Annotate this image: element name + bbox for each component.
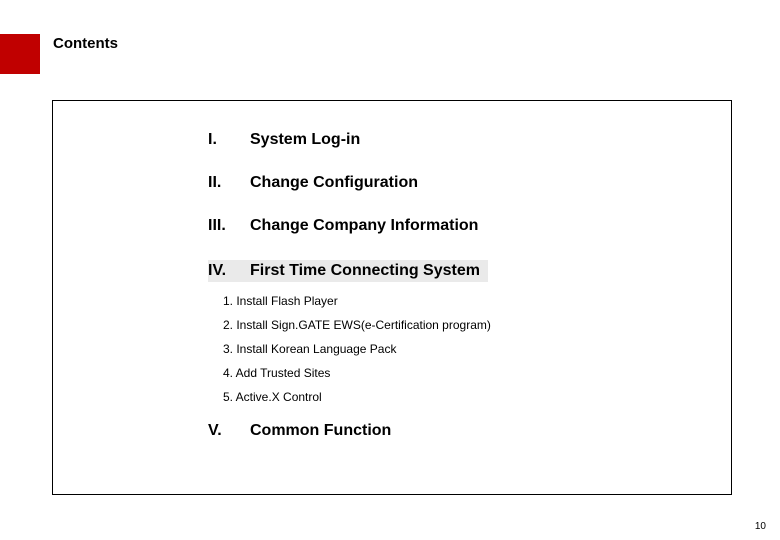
content-frame: I. System Log-in II. Change Configuratio… (52, 100, 732, 495)
toc-label: First Time Connecting System (250, 262, 480, 280)
toc-list: I. System Log-in II. Change Configuratio… (208, 131, 731, 294)
toc-num: III. (208, 217, 250, 235)
accent-block (0, 34, 40, 74)
toc-item-change-company-information: III. Change Company Information (208, 217, 731, 235)
sub-item-add-trusted-sites: 4. Add Trusted Sites (223, 366, 731, 380)
page-title: Contents (53, 35, 118, 52)
page-number: 10 (755, 521, 766, 532)
toc-list-tail: V. Common Function (208, 422, 731, 440)
sub-list: 1. Install Flash Player 2. Install Sign.… (223, 294, 731, 404)
sub-item-install-flash: 1. Install Flash Player (223, 294, 731, 308)
toc-label: Change Configuration (250, 174, 418, 192)
toc-item-first-time-connecting: IV. First Time Connecting System (208, 260, 488, 282)
toc-num: IV. (208, 262, 250, 280)
sub-item-activex-control: 5. Active.X Control (223, 390, 731, 404)
toc-label: Change Company Information (250, 217, 478, 235)
sub-item-install-korean-lang: 3. Install Korean Language Pack (223, 342, 731, 356)
toc-num: I. (208, 131, 250, 149)
toc-item-common-function: V. Common Function (208, 422, 731, 440)
toc-label: Common Function (250, 422, 391, 440)
sub-item-install-signgate: 2. Install Sign.GATE EWS(e-Certification… (223, 318, 731, 332)
toc-num: II. (208, 174, 250, 192)
toc-item-change-configuration: II. Change Configuration (208, 174, 731, 192)
toc-label: System Log-in (250, 131, 360, 149)
toc-item-system-login: I. System Log-in (208, 131, 731, 149)
toc-num: V. (208, 422, 250, 440)
